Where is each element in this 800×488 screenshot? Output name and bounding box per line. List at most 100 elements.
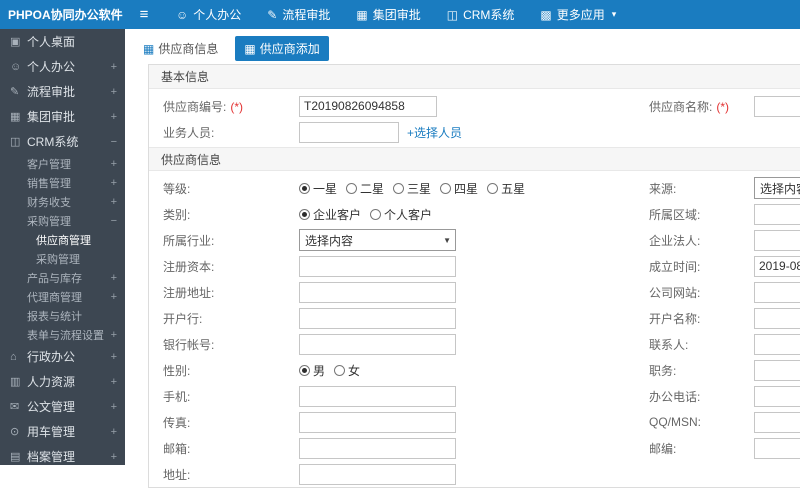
- radio-category-company[interactable]: 企业客户: [299, 206, 361, 223]
- job-title-input[interactable]: [754, 359, 800, 381]
- sidebar-item-finance[interactable]: 财务收支 +: [0, 192, 125, 211]
- pencil-icon: ✎: [267, 7, 278, 22]
- radio-category-personal[interactable]: 个人客户: [370, 206, 432, 223]
- tab-supplier-info[interactable]: ▦ 供应商信息: [134, 36, 227, 61]
- sidebar-item-agent-mgmt[interactable]: 代理商管理 +: [0, 287, 125, 306]
- mobile-input[interactable]: [299, 385, 456, 407]
- form-row-supplier-no: 供应商编号:(*) 供应商名称:(*): [149, 93, 800, 119]
- label-text: 公司网站:: [649, 285, 701, 300]
- nav-workflow-approval[interactable]: ✎ 流程审批: [254, 0, 343, 29]
- account-name-input[interactable]: [754, 307, 800, 329]
- fax-input[interactable]: [299, 411, 456, 433]
- qq-msn-input[interactable]: [754, 411, 800, 433]
- reg-address-input[interactable]: [299, 281, 456, 303]
- salesperson-input[interactable]: [299, 121, 399, 143]
- legal-person-input[interactable]: [754, 229, 800, 251]
- expand-marker: +: [110, 271, 117, 284]
- chart-icon: ◫: [10, 136, 21, 148]
- expand-marker: +: [110, 85, 117, 98]
- radio-gender-female[interactable]: 女: [334, 362, 360, 379]
- sidebar-item-personal-desktop[interactable]: ▣ 个人桌面: [0, 29, 125, 54]
- nav-more-apps[interactable]: ▩ 更多应用 ▾: [527, 0, 629, 29]
- label-text: 开户行:: [163, 311, 203, 326]
- sidebar-item-document-mgmt[interactable]: ✉ 公文管理 +: [0, 394, 125, 419]
- field-label: 公司网站:: [649, 284, 754, 301]
- region-input[interactable]: [754, 203, 800, 225]
- sidebar-item-customer-mgmt[interactable]: 客户管理 +: [0, 154, 125, 173]
- radio-label: 四星: [454, 181, 479, 196]
- field-label: 注册资本:: [149, 258, 299, 275]
- field-label: 所属行业:: [149, 232, 299, 249]
- supplier-name-input[interactable]: [754, 95, 800, 117]
- website-input[interactable]: [754, 281, 800, 303]
- expand-marker: +: [110, 350, 117, 363]
- field-label: 企业法人:: [649, 232, 754, 249]
- radio-label: 三星: [407, 181, 432, 196]
- tab-supplier-add[interactable]: ▦ 供应商添加: [235, 36, 329, 61]
- office-phone-input[interactable]: [754, 385, 800, 407]
- sidebar-item-purchase-mgmt[interactable]: 采购管理 −: [0, 211, 125, 230]
- field-label: 业务人员:: [149, 124, 299, 141]
- address-input[interactable]: [299, 463, 456, 485]
- postcode-input[interactable]: [754, 437, 800, 459]
- sidebar-item-product-inventory[interactable]: 产品与库存 +: [0, 268, 125, 287]
- label-text: 来源:: [649, 181, 677, 196]
- label-text: 类别:: [163, 207, 191, 222]
- required-mark: (*): [716, 99, 730, 114]
- choose-person-link[interactable]: +选择人员: [407, 124, 462, 141]
- expand-marker: +: [110, 157, 117, 170]
- form-row-industry: 所属行业: 选择内容 ▼ 企业法人:: [149, 227, 800, 253]
- radio-level-4star[interactable]: 四星: [440, 180, 478, 197]
- nav-label: 个人办公: [193, 8, 242, 22]
- label-text: 等级:: [163, 181, 191, 196]
- label-text: 地址:: [163, 467, 191, 482]
- tab-label: 供应商添加: [259, 42, 320, 56]
- nav-group-approval[interactable]: ▦ 集团审批: [343, 0, 433, 29]
- supplier-no-input[interactable]: [299, 95, 437, 117]
- people-icon: ▥: [10, 376, 21, 388]
- source-select[interactable]: 选择内容 ▼: [754, 177, 800, 199]
- label-text: 成立时间:: [649, 259, 701, 274]
- nav-crm-system[interactable]: ◫ CRM系统: [434, 0, 528, 29]
- radio-level-1star[interactable]: 一星: [299, 180, 337, 197]
- sidebar-item-workflow-approval[interactable]: ✎ 流程审批 +: [0, 79, 125, 104]
- expand-marker: +: [110, 400, 117, 413]
- sidebar-item-admin-office[interactable]: ⌂ 行政办公 +: [0, 344, 125, 369]
- email-input[interactable]: [299, 437, 456, 459]
- reg-capital-input[interactable]: [299, 255, 456, 277]
- radio-gender-male[interactable]: 男: [299, 362, 325, 379]
- radio-level-3star[interactable]: 三星: [393, 180, 431, 197]
- sidebar-item-form-flow-settings[interactable]: 表单与流程设置 +: [0, 325, 125, 344]
- sidebar-item-personal-office[interactable]: ☺ 个人办公 +: [0, 54, 125, 79]
- field-label: 地址:: [149, 466, 299, 483]
- car-icon: ⊙: [10, 426, 20, 438]
- field-label: 手机:: [149, 388, 299, 405]
- bank-input[interactable]: [299, 307, 456, 329]
- sidebar-item-purchase-mgmt-sub[interactable]: 采购管理: [0, 249, 125, 268]
- radio-level-2star[interactable]: 二星: [346, 180, 384, 197]
- label-text: 性别:: [163, 363, 191, 378]
- radio-label: 企业客户: [313, 207, 362, 222]
- menu-toggle-icon[interactable]: ≡: [125, 6, 163, 23]
- sidebar: ▣ 个人桌面 ☺ 个人办公 + ✎ 流程审批 + ▦ 集团审批 + ◫ CRM系…: [0, 29, 125, 465]
- collapse-marker: −: [110, 214, 117, 227]
- app-logo: PHPOA协同办公软件: [8, 8, 123, 22]
- sidebar-item-archive-mgmt[interactable]: ▤ 档案管理 +: [0, 444, 125, 465]
- radio-level-5star[interactable]: 五星: [487, 180, 525, 197]
- contact-person-input[interactable]: [754, 333, 800, 355]
- industry-select[interactable]: 选择内容 ▼: [299, 229, 456, 251]
- section-title: 供应商信息: [161, 152, 222, 167]
- founding-date-input[interactable]: [754, 255, 800, 277]
- sidebar-item-crm-system[interactable]: ◫ CRM系统 −: [0, 129, 125, 154]
- form-row-reg-capital: 注册资本: 成立时间:: [149, 253, 800, 279]
- sidebar-item-vehicle-mgmt[interactable]: ⊙ 用车管理 +: [0, 419, 125, 444]
- sidebar-item-sales-mgmt[interactable]: 销售管理 +: [0, 173, 125, 192]
- nav-personal-office[interactable]: ☺ 个人办公: [163, 0, 254, 29]
- collapse-marker: −: [110, 135, 117, 148]
- sidebar-item-group-approval[interactable]: ▦ 集团审批 +: [0, 104, 125, 129]
- sidebar-item-reports-stats[interactable]: 报表与统计: [0, 306, 125, 325]
- field-label: 办公电话:: [649, 388, 754, 405]
- bank-account-input[interactable]: [299, 333, 456, 355]
- sidebar-item-supplier-mgmt[interactable]: 供应商管理: [0, 230, 125, 249]
- sidebar-item-hr[interactable]: ▥ 人力资源 +: [0, 369, 125, 394]
